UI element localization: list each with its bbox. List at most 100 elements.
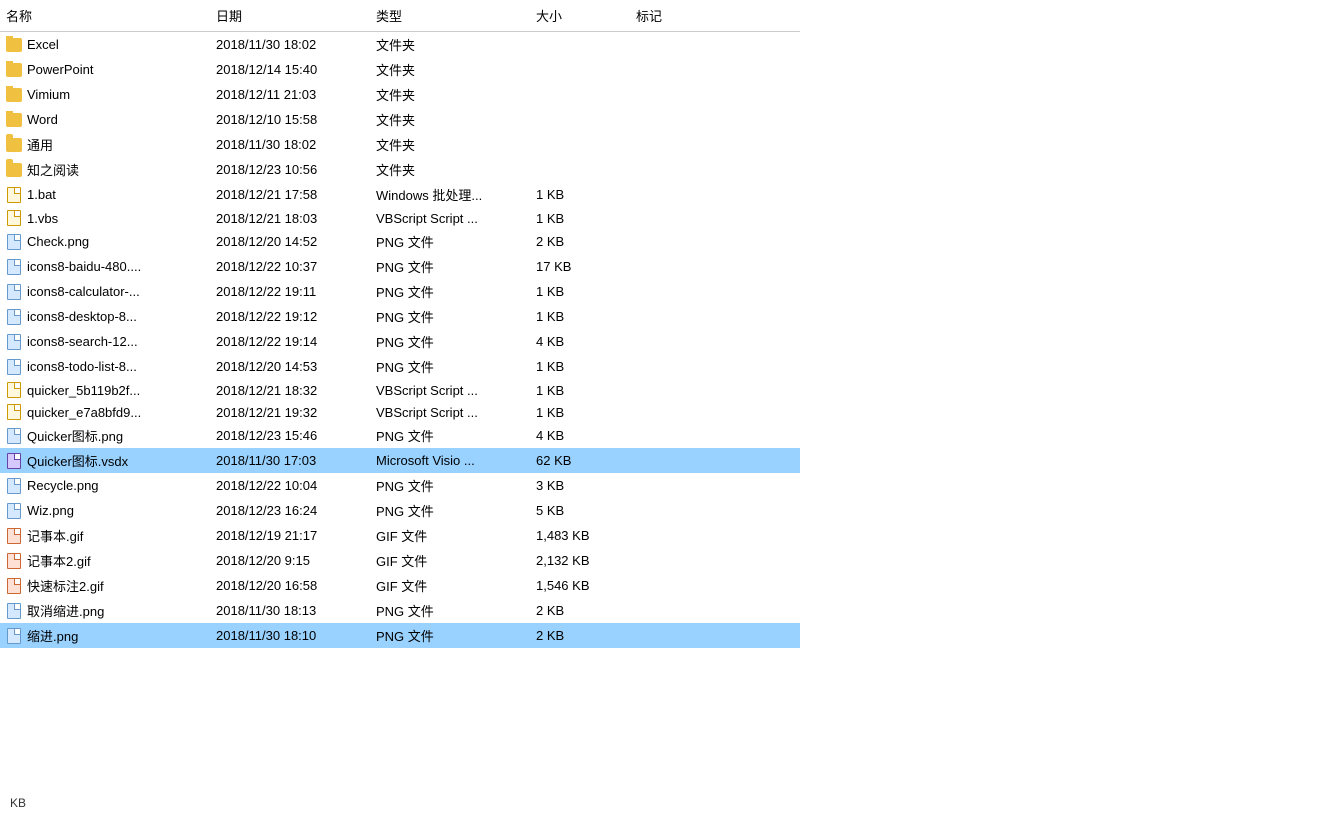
file-tags <box>630 69 750 71</box>
file-name: quicker_e7a8bfd9... <box>0 403 210 421</box>
file-name: 记事本2.gif <box>0 550 210 571</box>
gif-file-icon <box>6 578 22 594</box>
file-name: Recycle.png <box>0 477 210 495</box>
table-row[interactable]: 通用 2018/11/30 18:02 文件夹 <box>0 132 800 157</box>
table-row[interactable]: Word 2018/12/10 15:58 文件夹 <box>0 107 800 132</box>
file-tags <box>630 241 750 243</box>
file-type: PNG 文件 <box>370 625 530 646</box>
file-date: 2018/11/30 17:03 <box>210 452 370 469</box>
file-size <box>530 144 630 146</box>
gif-file-icon <box>6 553 22 569</box>
file-name: Excel <box>0 36 210 54</box>
png-file-icon <box>6 428 22 444</box>
file-tags <box>630 366 750 368</box>
col-size[interactable]: 大小 <box>530 4 630 27</box>
file-date: 2018/12/22 19:11 <box>210 283 370 300</box>
table-row[interactable]: 知之阅读 2018/12/23 10:56 文件夹 <box>0 157 800 182</box>
file-type: 文件夹 <box>370 59 530 80</box>
file-date: 2018/12/22 10:37 <box>210 258 370 275</box>
png-file-icon <box>6 234 22 250</box>
folder-icon <box>6 162 22 178</box>
file-type: 文件夹 <box>370 159 530 180</box>
table-row[interactable]: Check.png 2018/12/20 14:52 PNG 文件 2 KB <box>0 229 800 254</box>
table-row[interactable]: 快速标注2.gif 2018/12/20 16:58 GIF 文件 1,546 … <box>0 573 800 598</box>
file-name: Word <box>0 111 210 129</box>
file-size: 2,132 KB <box>530 552 630 569</box>
file-tags <box>630 217 750 219</box>
file-tags <box>630 411 750 413</box>
file-size: 62 KB <box>530 452 630 469</box>
file-size <box>530 69 630 71</box>
folder-icon <box>6 87 22 103</box>
file-date: 2018/12/22 19:14 <box>210 333 370 350</box>
file-type: PNG 文件 <box>370 600 530 621</box>
file-name: icons8-search-12... <box>0 333 210 351</box>
file-type: PNG 文件 <box>370 281 530 302</box>
file-date: 2018/12/20 9:15 <box>210 552 370 569</box>
folder-icon <box>6 112 22 128</box>
table-row[interactable]: Vimium 2018/12/11 21:03 文件夹 <box>0 82 800 107</box>
file-tags <box>630 169 750 171</box>
file-name: 缩进.png <box>0 625 210 646</box>
file-tags <box>630 610 750 612</box>
table-row[interactable]: icons8-baidu-480.... 2018/12/22 10:37 PN… <box>0 254 800 279</box>
table-row[interactable]: PowerPoint 2018/12/14 15:40 文件夹 <box>0 57 800 82</box>
table-row[interactable]: Wiz.png 2018/12/23 16:24 PNG 文件 5 KB <box>0 498 800 523</box>
file-date: 2018/11/30 18:10 <box>210 627 370 644</box>
file-size <box>530 169 630 171</box>
file-type: Windows 批处理... <box>370 184 530 205</box>
file-tags <box>630 44 750 46</box>
file-name-text: icons8-calculator-... <box>27 284 140 299</box>
table-row[interactable]: quicker_e7a8bfd9... 2018/12/21 19:32 VBS… <box>0 401 800 423</box>
table-row[interactable]: icons8-search-12... 2018/12/22 19:14 PNG… <box>0 329 800 354</box>
file-name-text: Recycle.png <box>27 478 99 493</box>
table-row[interactable]: 记事本.gif 2018/12/19 21:17 GIF 文件 1,483 KB <box>0 523 800 548</box>
col-tags[interactable]: 标记 <box>630 4 750 27</box>
table-row[interactable]: 取消缩进.png 2018/11/30 18:13 PNG 文件 2 KB <box>0 598 800 623</box>
file-type: 文件夹 <box>370 134 530 155</box>
file-name-text: 1.vbs <box>27 211 58 226</box>
png-file-icon <box>6 284 22 300</box>
png-file-icon <box>6 259 22 275</box>
png-file-icon <box>6 628 22 644</box>
table-row[interactable]: Recycle.png 2018/12/22 10:04 PNG 文件 3 KB <box>0 473 800 498</box>
table-row[interactable]: 1.bat 2018/12/21 17:58 Windows 批处理... 1 … <box>0 182 800 207</box>
col-type[interactable]: 类型 <box>370 4 530 27</box>
file-name: 取消缩进.png <box>0 600 210 621</box>
table-row[interactable]: icons8-todo-list-8... 2018/12/20 14:53 P… <box>0 354 800 379</box>
file-size: 1 KB <box>530 382 630 399</box>
file-tags <box>630 635 750 637</box>
file-name-text: 知之阅读 <box>27 160 79 179</box>
file-name-text: icons8-todo-list-8... <box>27 359 137 374</box>
file-tags <box>630 266 750 268</box>
script-file-icon <box>6 404 22 420</box>
file-name: icons8-baidu-480.... <box>0 258 210 276</box>
table-row[interactable]: 1.vbs 2018/12/21 18:03 VBScript Script .… <box>0 207 800 229</box>
file-name-text: Vimium <box>27 87 70 102</box>
table-row[interactable]: 记事本2.gif 2018/12/20 9:15 GIF 文件 2,132 KB <box>0 548 800 573</box>
table-row[interactable]: Quicker图标.png 2018/12/23 15:46 PNG 文件 4 … <box>0 423 800 448</box>
table-row[interactable]: 缩进.png 2018/11/30 18:10 PNG 文件 2 KB <box>0 623 800 648</box>
file-explorer: 名称 日期 类型 大小 标记 Excel 2018/11/30 18:02 文件… <box>0 0 800 800</box>
col-name[interactable]: 名称 <box>0 4 210 27</box>
file-name: icons8-desktop-8... <box>0 308 210 326</box>
file-date: 2018/12/10 15:58 <box>210 111 370 128</box>
script-file-icon <box>6 382 22 398</box>
file-name: Quicker图标.png <box>0 425 210 446</box>
file-size: 3 KB <box>530 477 630 494</box>
file-type: VBScript Script ... <box>370 210 530 227</box>
table-row[interactable]: Quicker图标.vsdx 2018/11/30 17:03 Microsof… <box>0 448 800 473</box>
file-name-text: Word <box>27 112 58 127</box>
status-bar: KB <box>10 796 26 810</box>
file-size: 1 KB <box>530 308 630 325</box>
file-size: 17 KB <box>530 258 630 275</box>
file-date: 2018/12/22 10:04 <box>210 477 370 494</box>
file-size <box>530 94 630 96</box>
table-row[interactable]: quicker_5b119b2f... 2018/12/21 18:32 VBS… <box>0 379 800 401</box>
table-row[interactable]: icons8-calculator-... 2018/12/22 19:11 P… <box>0 279 800 304</box>
file-date: 2018/12/21 19:32 <box>210 404 370 421</box>
col-date[interactable]: 日期 <box>210 4 370 27</box>
file-type: GIF 文件 <box>370 550 530 571</box>
table-row[interactable]: icons8-desktop-8... 2018/12/22 19:12 PNG… <box>0 304 800 329</box>
table-row[interactable]: Excel 2018/11/30 18:02 文件夹 <box>0 32 800 57</box>
